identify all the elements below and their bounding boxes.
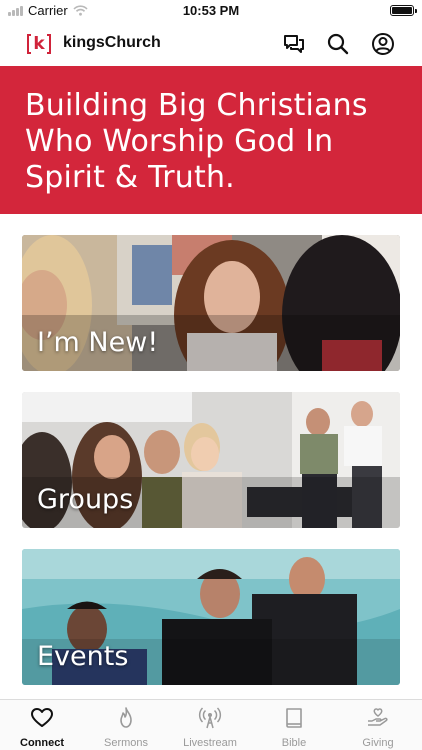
flame-icon: [120, 707, 132, 728]
app-title: kingsChurch: [63, 34, 161, 51]
tab-giving[interactable]: Giving: [336, 706, 420, 750]
broadcast-icon: [198, 707, 222, 729]
kingschurch-logo: k: [26, 32, 52, 56]
hero-banner: Building Big Christians Who Worship God …: [0, 66, 422, 214]
tab-bible[interactable]: Bible: [252, 706, 336, 750]
tab-connect-label: Connect: [20, 737, 64, 749]
status-time: 10:53 PM: [182, 3, 240, 18]
im-new-card[interactable]: I’m New!: [22, 235, 400, 371]
battery-icon: [390, 5, 417, 16]
tab-giving-label: Giving: [362, 737, 394, 749]
status-bar: Carrier 10:53 PM: [0, 0, 422, 22]
groups-label: Groups: [37, 484, 134, 515]
logo-letter: k: [33, 34, 45, 54]
profile-icon[interactable]: [371, 32, 395, 56]
events-card[interactable]: Events: [22, 549, 400, 685]
tab-bar: Connect Sermons Livestream Bible Giving: [0, 699, 422, 750]
hero-tagline: Building Big Christians Who Worship God …: [25, 88, 368, 195]
tab-sermons[interactable]: Sermons: [84, 706, 168, 750]
app-header: k kingsChurch: [0, 22, 422, 66]
book-icon: [286, 708, 302, 728]
im-new-label: I’m New!: [37, 327, 159, 358]
search-icon[interactable]: [326, 32, 350, 56]
giving-hand-icon: [368, 708, 388, 726]
tab-connect[interactable]: Connect: [0, 706, 84, 750]
events-label: Events: [37, 641, 129, 672]
tab-bible-label: Bible: [281, 737, 307, 749]
tab-livestream-label: Livestream: [183, 737, 237, 749]
chat-icon[interactable]: [282, 32, 306, 56]
heart-icon: [31, 708, 53, 727]
groups-card[interactable]: Groups: [22, 392, 400, 528]
tab-sermons-label: Sermons: [103, 737, 149, 749]
tab-livestream[interactable]: Livestream: [168, 706, 252, 750]
